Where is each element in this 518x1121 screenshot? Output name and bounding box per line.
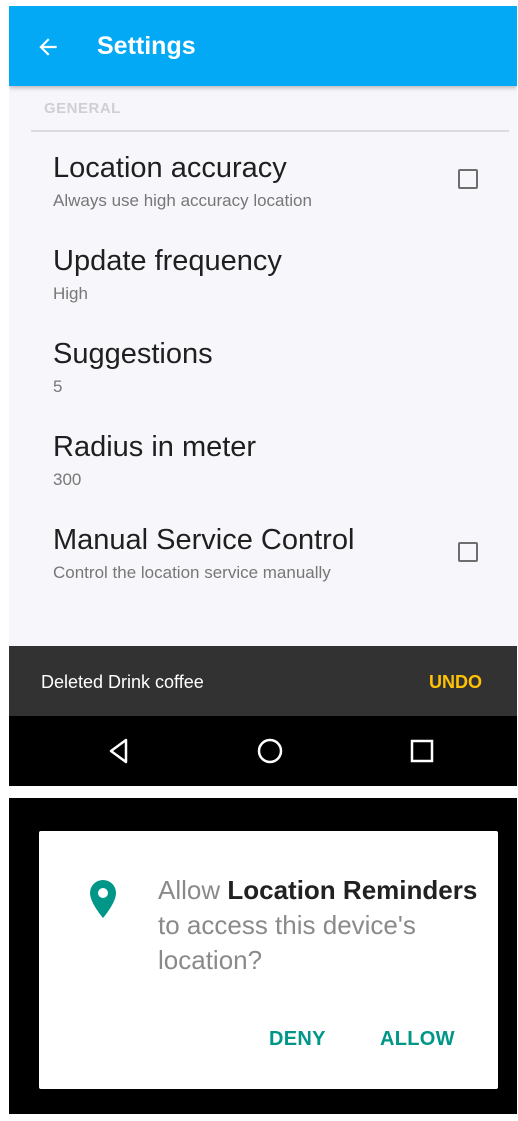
app-name: Location Reminders bbox=[227, 875, 478, 905]
permission-dialog: Allow Location Reminders to access this … bbox=[39, 831, 498, 1089]
section-divider bbox=[31, 130, 509, 132]
pref-title: Update frequency bbox=[53, 245, 282, 277]
allow-button[interactable]: ALLOW bbox=[380, 1026, 455, 1052]
permission-message: Allow Location Reminders to access this … bbox=[158, 873, 478, 978]
pref-title: Radius in meter bbox=[53, 431, 257, 463]
home-circle-icon[interactable] bbox=[255, 736, 285, 766]
undo-button[interactable]: UNDO bbox=[429, 670, 482, 694]
message-prefix: Allow bbox=[158, 875, 228, 905]
location-pin-icon bbox=[90, 880, 116, 918]
location-accuracy-checkbox[interactable] bbox=[458, 169, 478, 189]
permission-screen: Allow Location Reminders to access this … bbox=[9, 798, 517, 1114]
pref-title: Suggestions bbox=[53, 338, 213, 370]
section-header-general: GENERAL bbox=[44, 100, 121, 117]
pref-summary: 5 bbox=[53, 377, 63, 396]
manual-service-control-checkbox[interactable] bbox=[458, 542, 478, 562]
page-title: Settings bbox=[97, 32, 196, 60]
system-nav-bar bbox=[9, 716, 517, 786]
recents-square-icon[interactable] bbox=[407, 736, 437, 766]
pref-summary: Always use high accuracy location bbox=[53, 191, 312, 210]
pref-title: Manual Service Control bbox=[53, 524, 355, 556]
deny-button[interactable]: DENY bbox=[269, 1026, 326, 1052]
pref-manual-service-control[interactable]: Manual Service Control Control the locat… bbox=[53, 522, 493, 584]
snackbar-message: Deleted Drink coffee bbox=[41, 672, 204, 692]
pref-radius[interactable]: Radius in meter 300 bbox=[53, 429, 493, 491]
pref-summary: 300 bbox=[53, 470, 82, 489]
pref-update-frequency[interactable]: Update frequency High bbox=[53, 243, 493, 305]
back-triangle-icon[interactable] bbox=[104, 736, 134, 766]
message-suffix: to access this device's location? bbox=[158, 910, 416, 975]
pref-location-accuracy[interactable]: Location accuracy Always use high accura… bbox=[53, 150, 493, 212]
settings-screen: Settings GENERAL Location accuracy Alway… bbox=[9, 6, 517, 786]
pref-title: Location accuracy bbox=[53, 152, 287, 184]
pref-summary: Control the location service manually bbox=[53, 563, 331, 582]
snackbar: Deleted Drink coffee UNDO bbox=[9, 646, 517, 716]
arrow-left-icon[interactable] bbox=[35, 34, 61, 60]
pref-suggestions[interactable]: Suggestions 5 bbox=[53, 336, 493, 398]
app-bar: Settings bbox=[9, 6, 517, 86]
pref-summary: High bbox=[53, 284, 88, 303]
